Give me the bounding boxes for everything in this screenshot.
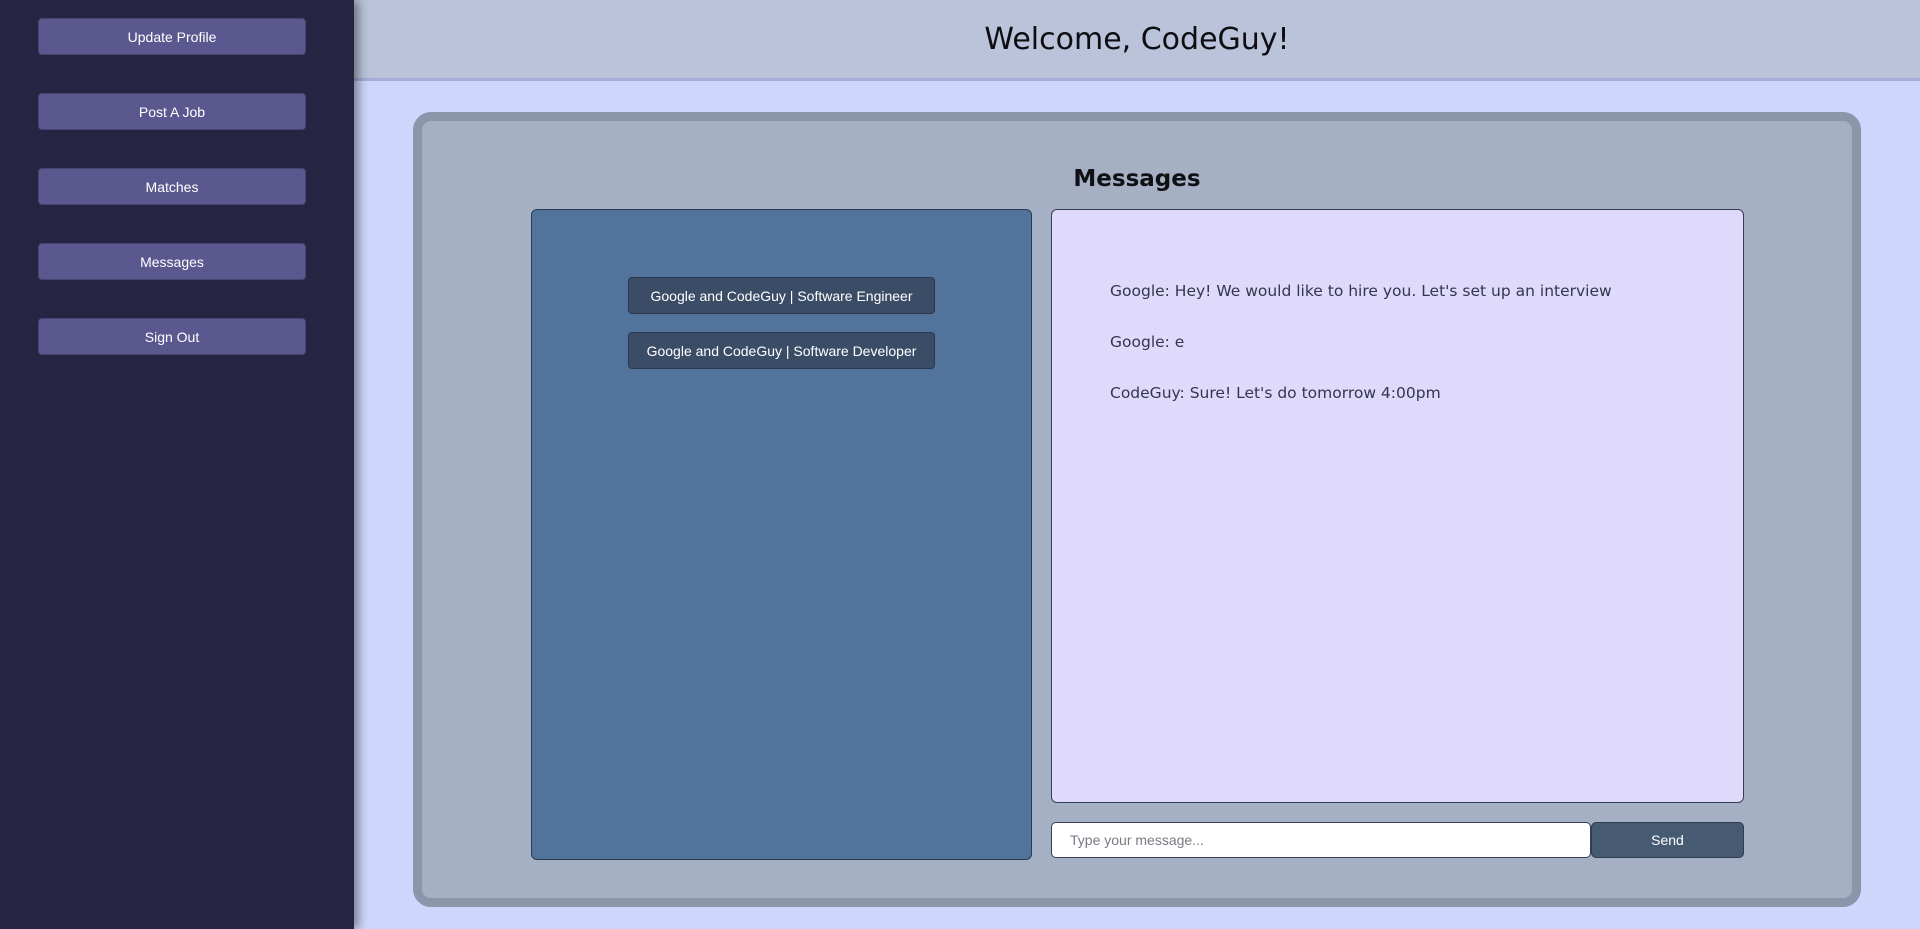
page-header: Welcome, CodeGuy! — [354, 0, 1920, 81]
update-profile-button[interactable]: Update Profile — [38, 18, 306, 55]
send-button[interactable]: Send — [1591, 822, 1744, 858]
sidebar: Update Profile Post A Job Matches Messag… — [0, 0, 354, 929]
message-item: Google: Hey! We would like to hire you. … — [1110, 282, 1612, 300]
conversation-item-software-engineer[interactable]: Google and CodeGuy | Software Engineer — [628, 277, 935, 314]
page-title: Welcome, CodeGuy! — [984, 21, 1290, 57]
messages-panel: Messages Google and CodeGuy | Software E… — [413, 112, 1861, 907]
message-item: CodeGuy: Sure! Let's do tomorrow 4:00pm — [1110, 384, 1441, 402]
messages-heading: Messages — [1073, 166, 1201, 192]
message-item: Google: e — [1110, 333, 1185, 351]
sign-out-button[interactable]: Sign Out — [38, 318, 306, 355]
message-input[interactable] — [1051, 822, 1591, 858]
conversation-list: Google and CodeGuy | Software Engineer G… — [531, 209, 1032, 860]
matches-button[interactable]: Matches — [38, 168, 306, 205]
messages-button[interactable]: Messages — [38, 243, 306, 280]
post-a-job-button[interactable]: Post A Job — [38, 93, 306, 130]
message-thread: Google: Hey! We would like to hire you. … — [1051, 209, 1744, 803]
conversation-item-software-developer[interactable]: Google and CodeGuy | Software Developer — [628, 332, 935, 369]
